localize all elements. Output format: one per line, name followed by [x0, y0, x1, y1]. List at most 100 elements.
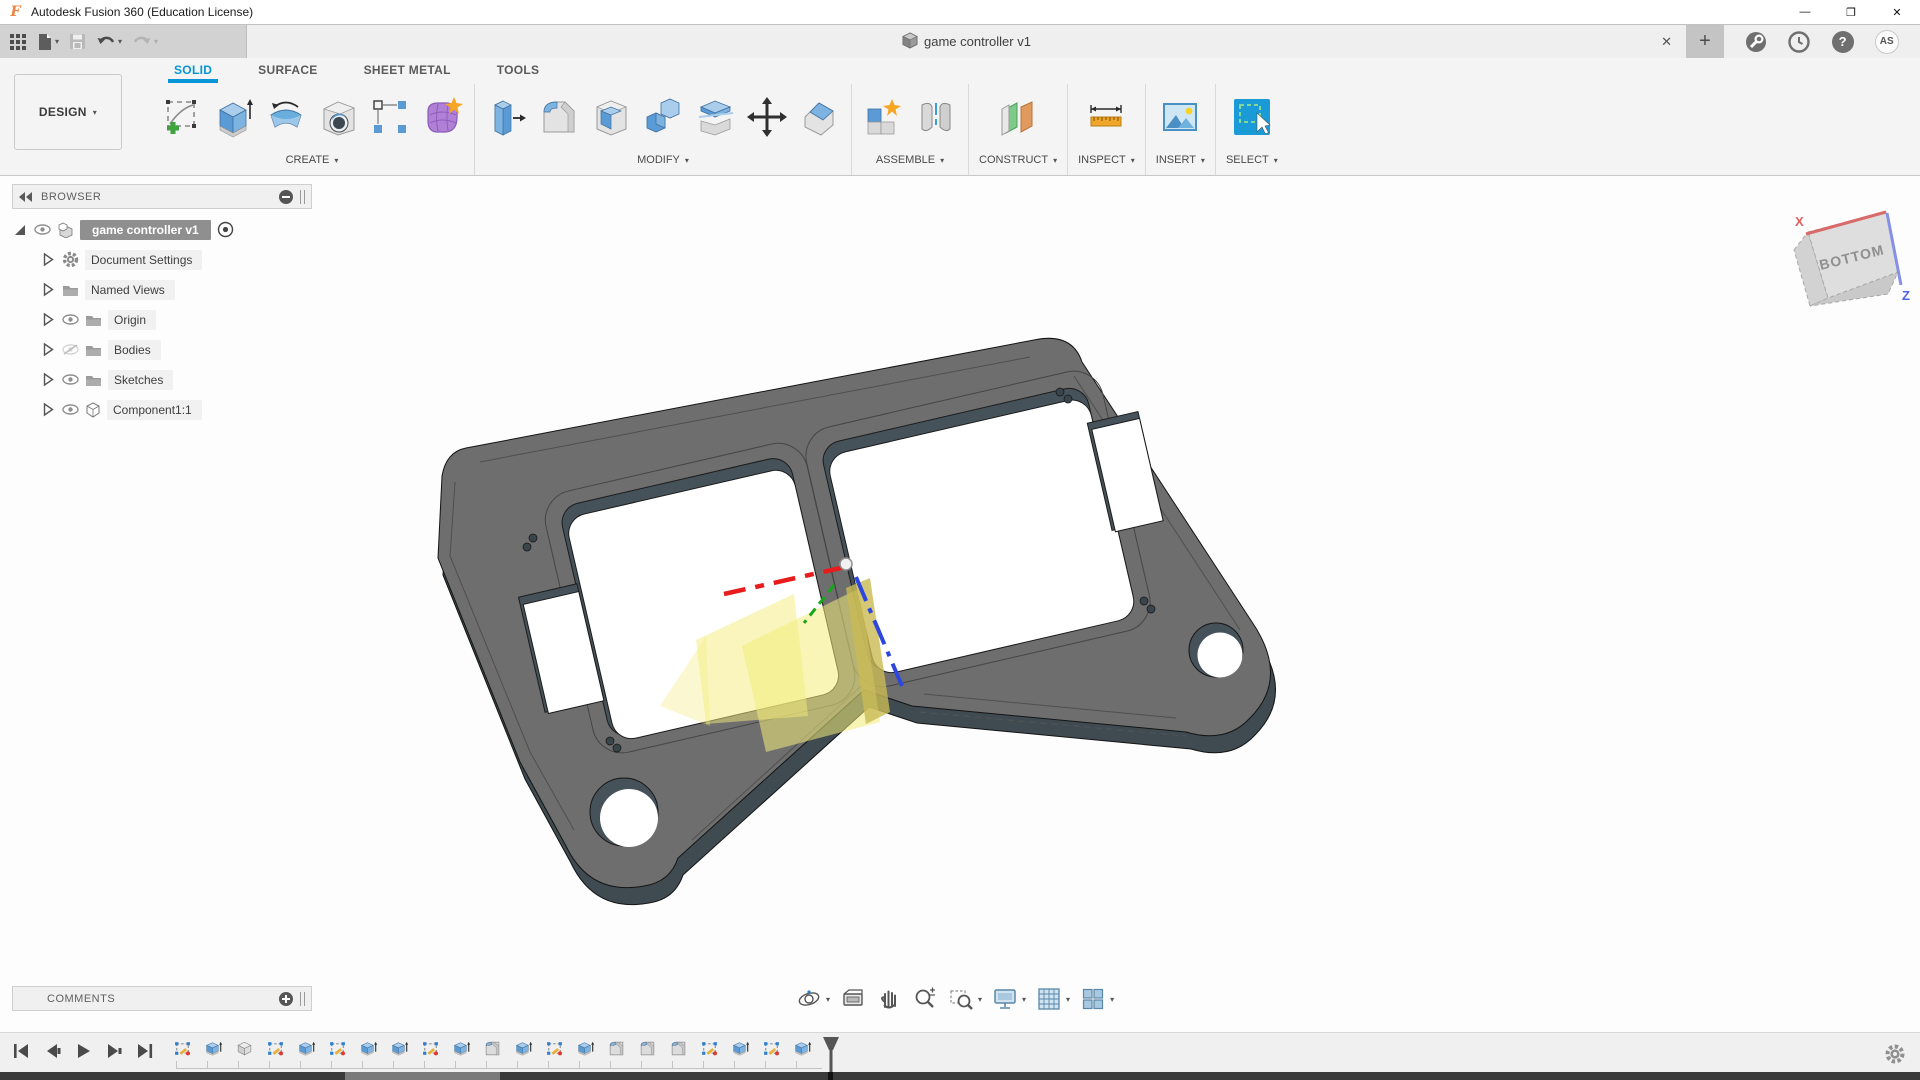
browser-root-row[interactable]: game controller v1 [12, 217, 312, 242]
timeline-feature-box[interactable] [234, 1038, 254, 1058]
panel-grip-handle[interactable] [300, 992, 305, 1006]
view-cube[interactable]: BOTTOM X Z [1794, 212, 1910, 306]
new-tab-button[interactable]: + [1686, 25, 1724, 58]
extensions-icon[interactable] [1745, 31, 1767, 53]
play-button[interactable] [72, 1040, 94, 1062]
viewcube-x-label[interactable]: X [1795, 214, 1804, 229]
construct-plane-icon[interactable] [996, 95, 1040, 139]
browser-item-origin[interactable]: Origin [12, 307, 312, 332]
document-tab[interactable]: game controller v1 ✕ [246, 25, 1686, 58]
expand-arrow-icon[interactable] [40, 282, 56, 297]
expand-arrow-icon[interactable] [40, 402, 56, 417]
select-icon[interactable] [1230, 95, 1274, 139]
collapse-left-icon[interactable] [19, 192, 33, 202]
delete-icon[interactable] [797, 95, 841, 139]
timeline-feature-sketch[interactable] [327, 1038, 347, 1058]
timeline-feature-sketch[interactable] [761, 1038, 781, 1058]
tab-tools[interactable]: TOOLS [491, 63, 546, 79]
timeline-feature-fillet[interactable] [668, 1038, 688, 1058]
panel-collapse-icon[interactable] [278, 189, 294, 205]
orbit-button[interactable]: ▾ [796, 986, 830, 1012]
timeline-feature-extrude[interactable] [296, 1038, 316, 1058]
browser-root-label[interactable]: game controller v1 [80, 220, 211, 240]
browser-item-label[interactable]: Named Views [85, 280, 175, 300]
display-settings-button[interactable]: ▾ [992, 986, 1026, 1012]
step-back-button[interactable] [41, 1040, 63, 1062]
browser-item-bodies[interactable]: Bodies [12, 337, 312, 362]
zoom-button[interactable] [912, 986, 938, 1012]
modify-group-label[interactable]: MODIFY▾ [637, 150, 689, 170]
close-button[interactable]: ✕ [1874, 0, 1920, 24]
rectangular-pattern-icon[interactable] [368, 95, 412, 139]
comments-header[interactable]: COMMENTS [12, 986, 312, 1011]
hole-icon[interactable] [316, 95, 360, 139]
expanded-arrow-icon[interactable] [12, 223, 28, 237]
minimize-button[interactable]: — [1782, 0, 1828, 24]
browser-item-sketches[interactable]: Sketches [12, 367, 312, 392]
viewports-button[interactable]: ▾ [1080, 986, 1114, 1012]
move-copy-icon[interactable] [745, 95, 789, 139]
browser-item-label[interactable]: Origin [108, 310, 156, 330]
timeline-feature-fillet[interactable] [637, 1038, 657, 1058]
expand-arrow-icon[interactable] [40, 372, 56, 387]
expand-arrow-icon[interactable] [40, 312, 56, 327]
timeline-feature-fillet[interactable] [482, 1038, 502, 1058]
create-form-icon[interactable] [420, 95, 464, 139]
timeline-feature-extrude[interactable] [792, 1038, 812, 1058]
timeline-feature-sketch[interactable] [544, 1038, 564, 1058]
browser-item-label[interactable]: Component1:1 [107, 400, 202, 420]
timeline-feature-extrude[interactable] [730, 1038, 750, 1058]
create-group-label[interactable]: CREATE▾ [286, 150, 339, 170]
browser-item-component1[interactable]: Component1:1 [12, 397, 312, 422]
timeline-feature-extrude[interactable] [358, 1038, 378, 1058]
redo-button[interactable]: ▾ [129, 31, 161, 53]
zoom-window-button[interactable]: ▾ [948, 986, 982, 1012]
chevron-down-icon[interactable]: ▾ [1110, 995, 1114, 1004]
measure-icon[interactable] [1084, 95, 1128, 139]
tab-close-icon[interactable]: ✕ [1661, 25, 1672, 58]
timeline-scrollbar-thumb[interactable] [345, 1072, 500, 1080]
construct-group-label[interactable]: CONSTRUCT▾ [979, 150, 1057, 170]
undo-button[interactable]: ▾ [93, 31, 125, 53]
chevron-down-icon[interactable]: ▾ [1066, 995, 1070, 1004]
create-sketch-icon[interactable] [160, 95, 204, 139]
extrude-icon[interactable] [212, 95, 256, 139]
browser-header[interactable]: BROWSER [12, 184, 312, 209]
inspect-group-label[interactable]: INSPECT▾ [1078, 150, 1135, 170]
shell-icon[interactable] [589, 95, 633, 139]
insert-image-icon[interactable] [1158, 95, 1202, 139]
revolve-icon[interactable] [264, 95, 308, 139]
split-body-icon[interactable] [693, 95, 737, 139]
browser-item-label[interactable]: Sketches [108, 370, 173, 390]
timeline-feature-sketch[interactable] [420, 1038, 440, 1058]
expand-arrow-icon[interactable] [40, 252, 56, 267]
add-comment-icon[interactable] [278, 991, 294, 1007]
timeline-scrollbar[interactable] [0, 1072, 1920, 1080]
step-forward-button[interactable] [103, 1040, 125, 1062]
timeline-feature-sketch[interactable] [265, 1038, 285, 1058]
viewcube-z-label[interactable]: Z [1902, 288, 1910, 303]
timeline-playhead[interactable] [822, 1037, 840, 1073]
sketch-origin-point[interactable] [840, 558, 852, 570]
combine-icon[interactable] [641, 95, 685, 139]
browser-item-label[interactable]: Document Settings [85, 250, 202, 270]
app-grid-icon[interactable] [6, 30, 30, 54]
panel-grip-handle[interactable] [300, 190, 305, 204]
insert-group-label[interactable]: INSERT▾ [1156, 150, 1205, 170]
visibility-hidden-eye-icon[interactable] [62, 344, 79, 355]
visibility-eye-icon[interactable] [62, 374, 79, 385]
visibility-eye-icon[interactable] [62, 314, 79, 325]
fillet-icon[interactable] [537, 95, 581, 139]
timeline-feature-fillet[interactable] [606, 1038, 626, 1058]
chevron-down-icon[interactable]: ▾ [978, 995, 982, 1004]
chevron-down-icon[interactable]: ▾ [1022, 995, 1026, 1004]
select-group-label[interactable]: SELECT▾ [1226, 150, 1278, 170]
job-status-icon[interactable] [1788, 31, 1810, 53]
tab-sheet-metal[interactable]: SHEET METAL [358, 63, 457, 79]
visibility-eye-icon[interactable] [34, 224, 51, 235]
save-button[interactable] [66, 30, 89, 53]
browser-item-document-settings[interactable]: Document Settings [12, 247, 312, 272]
viewport[interactable]: BOTTOM X Z BROWSER game controller v1 [0, 176, 1920, 1032]
skip-to-end-button[interactable] [134, 1040, 156, 1062]
timeline-feature-extrude[interactable] [575, 1038, 595, 1058]
